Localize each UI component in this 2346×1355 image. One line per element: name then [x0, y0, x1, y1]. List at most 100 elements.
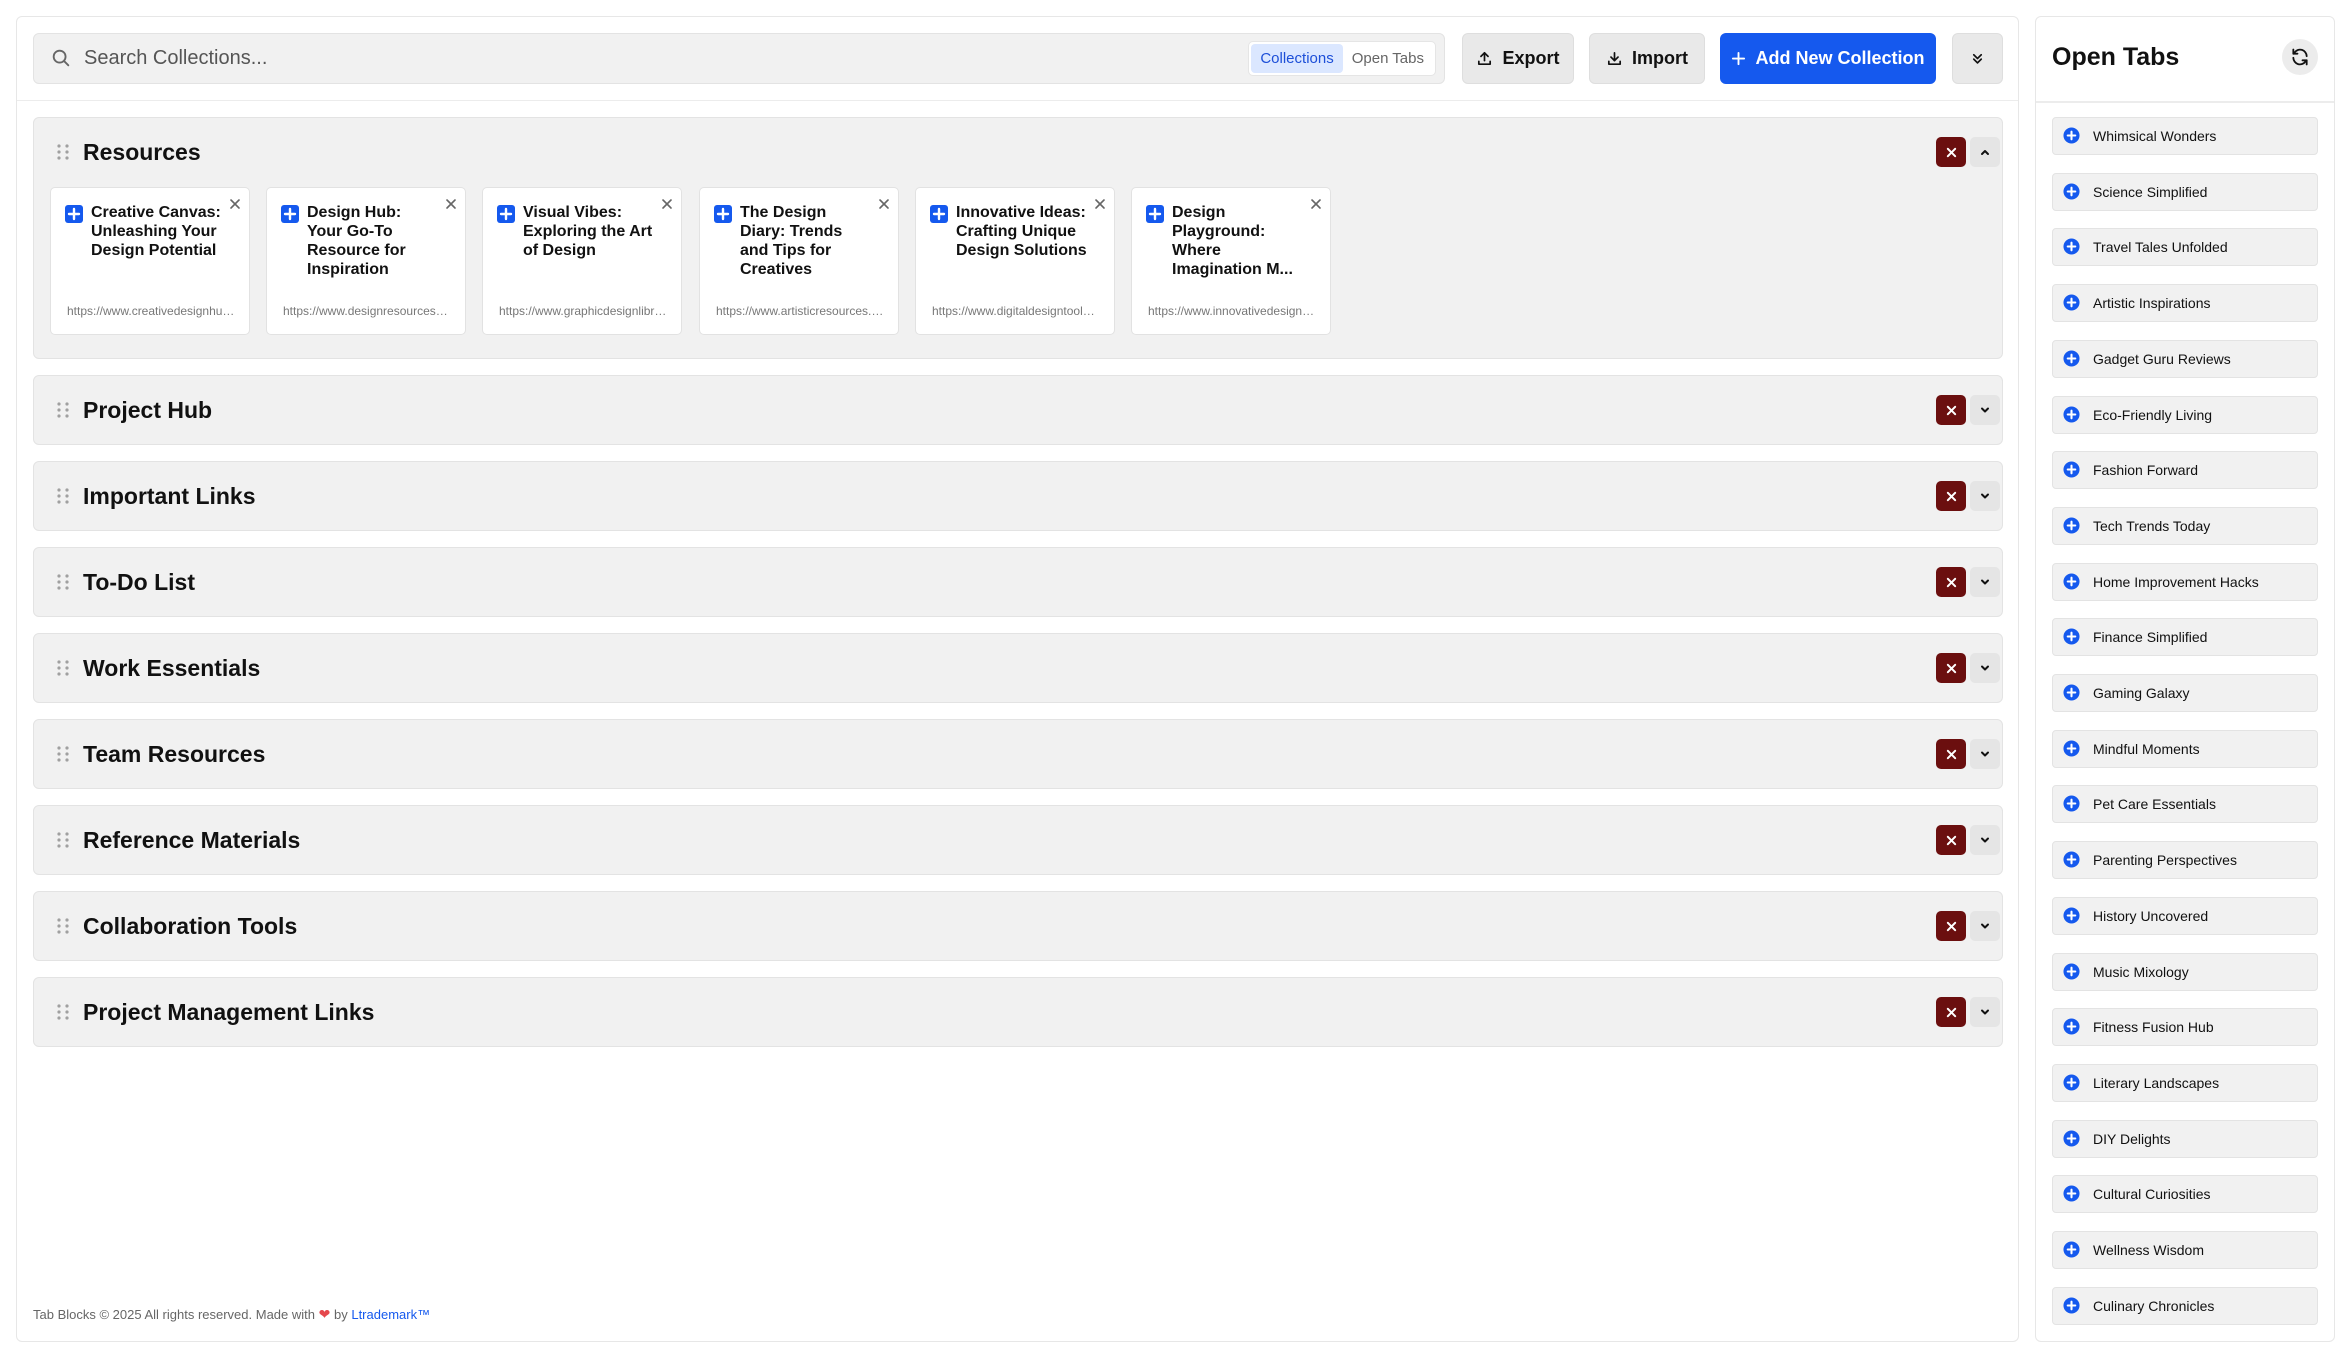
drag-handle-icon[interactable] — [56, 917, 70, 935]
add-tab-icon[interactable] — [2063, 1130, 2080, 1147]
add-tab-icon[interactable] — [2063, 406, 2080, 423]
add-tab-icon[interactable] — [2063, 684, 2080, 701]
open-tab-item[interactable]: Fashion Forward — [2052, 451, 2318, 489]
open-tab-item[interactable]: Music Mixology — [2052, 953, 2318, 991]
expand-collection-button[interactable] — [1970, 739, 2000, 769]
delete-collection-button[interactable] — [1936, 481, 1966, 511]
search-input[interactable] — [84, 42, 1084, 74]
add-tab-icon[interactable] — [2063, 851, 2080, 868]
remove-card-icon[interactable] — [878, 198, 890, 210]
add-tab-icon[interactable] — [2063, 1297, 2080, 1314]
expand-collection-button[interactable] — [1970, 911, 2000, 941]
add-tab-icon[interactable] — [2063, 127, 2080, 144]
author-link[interactable]: Ltrademark™ — [351, 1307, 430, 1322]
open-tab-item[interactable]: Finance Simplified — [2052, 618, 2318, 656]
expand-collection-button[interactable] — [1970, 653, 2000, 683]
add-tab-icon[interactable] — [2063, 294, 2080, 311]
add-tab-icon[interactable] — [2063, 517, 2080, 534]
open-tab-item[interactable]: Wellness Wisdom — [2052, 1231, 2318, 1269]
export-button[interactable]: Export — [1462, 33, 1574, 84]
open-tab-item[interactable]: Fitness Fusion Hub — [2052, 1008, 2318, 1046]
toggle-open-tabs[interactable]: Open Tabs — [1343, 44, 1433, 73]
add-tab-icon[interactable] — [2063, 1018, 2080, 1035]
delete-collection-button[interactable] — [1936, 739, 1966, 769]
remove-card-icon[interactable] — [229, 198, 241, 210]
expand-collection-button[interactable] — [1970, 997, 2000, 1027]
expand-collection-button[interactable] — [1970, 825, 2000, 855]
collection-header[interactable]: Resources — [34, 118, 2002, 185]
toggle-collections[interactable]: Collections — [1251, 44, 1343, 73]
add-tab-icon[interactable] — [2063, 183, 2080, 200]
remove-card-icon[interactable] — [1094, 198, 1106, 210]
delete-collection-button[interactable] — [1936, 567, 1966, 597]
add-tab-icon[interactable] — [2063, 907, 2080, 924]
drag-handle-icon[interactable] — [56, 745, 70, 763]
add-tab-icon[interactable] — [2063, 461, 2080, 478]
open-tab-item[interactable]: Tech Trends Today — [2052, 507, 2318, 545]
collection-header[interactable]: To-Do List — [34, 548, 2002, 615]
open-tab-item[interactable]: Cultural Curiosities — [2052, 1175, 2318, 1213]
add-tab-icon[interactable] — [2063, 1074, 2080, 1091]
collection-header[interactable]: Important Links — [34, 462, 2002, 529]
tab-card[interactable]: Innovative Ideas: Crafting Unique Design… — [915, 187, 1115, 335]
drag-handle-icon[interactable] — [56, 487, 70, 505]
delete-collection-button[interactable] — [1936, 395, 1966, 425]
open-tab-item[interactable]: Eco-Friendly Living — [2052, 396, 2318, 434]
add-tab-icon[interactable] — [2063, 963, 2080, 980]
import-button[interactable]: Import — [1589, 33, 1705, 84]
tab-card[interactable]: Visual Vibes: Exploring the Art of Desig… — [482, 187, 682, 335]
collection-header[interactable]: Project Management Links — [34, 978, 2002, 1045]
open-tab-item[interactable]: Parenting Perspectives — [2052, 841, 2318, 879]
tab-card[interactable]: The Design Diary: Trends and Tips for Cr… — [699, 187, 899, 335]
add-tab-icon[interactable] — [2063, 740, 2080, 757]
collection-header[interactable]: Team Resources — [34, 720, 2002, 787]
drag-handle-icon[interactable] — [56, 1003, 70, 1021]
collection-header[interactable]: Collaboration Tools — [34, 892, 2002, 959]
delete-collection-button[interactable] — [1936, 911, 1966, 941]
add-tab-icon[interactable] — [2063, 795, 2080, 812]
add-tab-icon[interactable] — [2063, 238, 2080, 255]
open-tab-item[interactable]: Home Improvement Hacks — [2052, 563, 2318, 601]
add-tab-icon[interactable] — [2063, 573, 2080, 590]
drag-handle-icon[interactable] — [56, 573, 70, 591]
refresh-button[interactable] — [2282, 39, 2318, 75]
drag-handle-icon[interactable] — [56, 143, 70, 161]
tab-card[interactable]: Design Hub: Your Go-To Resource for Insp… — [266, 187, 466, 335]
collection-header[interactable]: Reference Materials — [34, 806, 2002, 873]
delete-collection-button[interactable] — [1936, 653, 1966, 683]
remove-card-icon[interactable] — [1310, 198, 1322, 210]
delete-collection-button[interactable] — [1936, 997, 1966, 1027]
tab-card[interactable]: Design Playground: Where Imagination M..… — [1131, 187, 1331, 335]
add-tab-icon[interactable] — [2063, 628, 2080, 645]
open-tab-item[interactable]: History Uncovered — [2052, 897, 2318, 935]
open-tab-item[interactable]: Whimsical Wonders — [2052, 117, 2318, 155]
collection-header[interactable]: Project Hub — [34, 376, 2002, 443]
collapse-all-button[interactable] — [1952, 33, 2003, 84]
add-collection-button[interactable]: Add New Collection — [1720, 33, 1936, 84]
open-tab-item[interactable]: DIY Delights — [2052, 1120, 2318, 1158]
expand-collection-button[interactable] — [1970, 395, 2000, 425]
remove-card-icon[interactable] — [661, 198, 673, 210]
open-tab-item[interactable]: Mindful Moments — [2052, 730, 2318, 768]
expand-collection-button[interactable] — [1970, 481, 2000, 511]
search-bar[interactable]: Collections Open Tabs — [33, 33, 1445, 84]
add-tab-icon[interactable] — [2063, 1185, 2080, 1202]
delete-collection-button[interactable] — [1936, 137, 1966, 167]
collection-header[interactable]: Work Essentials — [34, 634, 2002, 701]
open-tab-item[interactable]: Travel Tales Unfolded — [2052, 228, 2318, 266]
drag-handle-icon[interactable] — [56, 401, 70, 419]
open-tab-item[interactable]: Gaming Galaxy — [2052, 674, 2318, 712]
expand-collection-button[interactable] — [1970, 567, 2000, 597]
tab-card[interactable]: Creative Canvas: Unleashing Your Design … — [50, 187, 250, 335]
drag-handle-icon[interactable] — [56, 831, 70, 849]
add-tab-icon[interactable] — [2063, 1241, 2080, 1258]
open-tab-item[interactable]: Artistic Inspirations — [2052, 284, 2318, 322]
open-tab-item[interactable]: Literary Landscapes — [2052, 1064, 2318, 1102]
add-tab-icon[interactable] — [2063, 350, 2080, 367]
delete-collection-button[interactable] — [1936, 825, 1966, 855]
open-tab-item[interactable]: Pet Care Essentials — [2052, 785, 2318, 823]
open-tab-item[interactable]: Science Simplified — [2052, 173, 2318, 211]
open-tab-item[interactable]: Gadget Guru Reviews — [2052, 340, 2318, 378]
drag-handle-icon[interactable] — [56, 659, 70, 677]
remove-card-icon[interactable] — [445, 198, 457, 210]
